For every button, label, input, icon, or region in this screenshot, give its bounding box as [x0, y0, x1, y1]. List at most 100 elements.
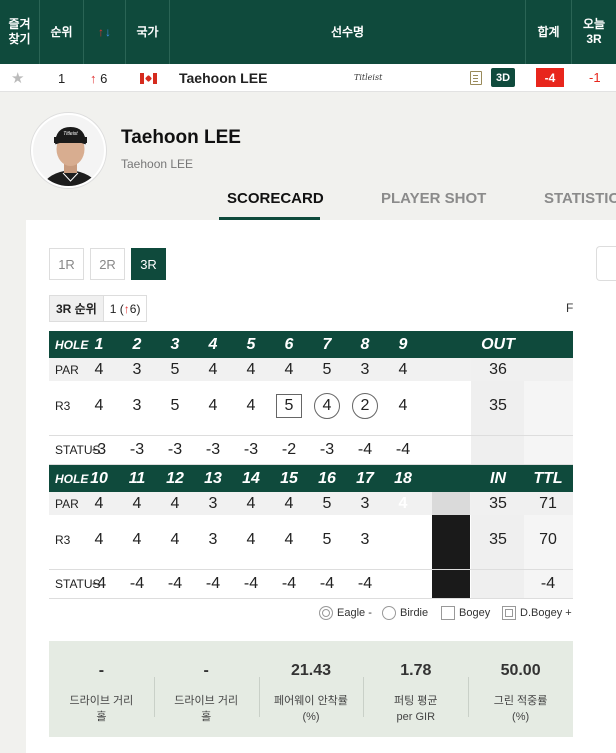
score-cell: 35	[489, 397, 507, 414]
truncated-label: F	[566, 301, 574, 315]
header-cell: TTL	[533, 469, 563, 487]
status-cell: -3	[205, 441, 221, 458]
par-cell: 3	[208, 494, 218, 512]
header-cell: 6	[284, 335, 294, 353]
legend-dbogey: D.Bogey +	[502, 606, 572, 620]
score-cell: 4	[170, 531, 180, 548]
header-cell: 8	[360, 335, 370, 353]
header-cell: 3	[170, 335, 180, 353]
header-cell: 10	[90, 469, 108, 487]
header-total[interactable]: 합계	[526, 0, 572, 64]
double-bogey-icon	[502, 606, 516, 620]
status-cell: -4	[319, 575, 335, 592]
tab-scorecard[interactable]: SCORECARD	[227, 190, 324, 207]
arrow-up-icon: ↑	[90, 71, 97, 86]
score-cell: 4	[208, 397, 218, 414]
header-cell: IN	[490, 469, 506, 487]
par-cell: 3	[360, 494, 370, 512]
bogey-mark: 5	[276, 394, 302, 418]
score-row-label: R3	[55, 399, 71, 413]
header-cell: 4	[208, 335, 218, 353]
status-cell: -4	[129, 575, 145, 592]
status-cell: -2	[281, 441, 297, 458]
legend-dbogey-label: D.Bogey +	[520, 607, 572, 619]
status-row: STATUS -4 -4 -4 -4 -4 -4 -4 -4 -4 -4	[49, 569, 573, 599]
par-cell: 5	[322, 360, 332, 378]
score-cell: 35	[489, 531, 507, 548]
header-cell: 5	[246, 335, 256, 353]
par-cell: 4	[398, 360, 408, 378]
status-cell: -4	[357, 441, 373, 458]
score-cell: 5	[322, 531, 332, 548]
round-3r-button[interactable]: 3R	[131, 248, 166, 280]
header-cell: 9	[398, 335, 408, 353]
status-cell: -3	[129, 441, 145, 458]
scorecard-doc-icon[interactable]	[470, 71, 482, 85]
score-cell: 4	[132, 531, 142, 548]
header-today-label: 오늘 3R	[582, 17, 606, 46]
score-cell: 2	[346, 381, 384, 431]
par-cell: 36	[489, 360, 507, 378]
status-row: STATUS -3 -3 -3 -3 -3 -2 -3 -4 -4	[49, 435, 573, 465]
player-name[interactable]: Taehoon LEE	[179, 70, 267, 86]
status-cell: -4	[91, 575, 107, 592]
avatar: Titleist	[31, 113, 106, 188]
status-cell: -4	[167, 575, 183, 592]
status-cell	[479, 436, 517, 464]
header-fav: 즐겨 찾기	[0, 0, 40, 64]
score-cell: 4	[246, 397, 256, 414]
round-2r-button[interactable]: 2R	[90, 248, 125, 280]
par-cell: 5	[322, 494, 332, 512]
player-row[interactable]: ★ 1 ↑ 6 Taehoon LEE Titleist 3D -4 -1	[0, 64, 616, 92]
score-cell: 4	[246, 531, 256, 548]
header-cell: OUT	[481, 335, 515, 353]
header-cell: 2	[132, 335, 142, 353]
leaderboard-header: 즐겨 찾기 순위 ↑ ↓ 국가 선수명 합계 오늘 3R	[0, 0, 616, 64]
par-cell: 71	[539, 494, 557, 512]
header-cell: 1	[94, 335, 104, 353]
stat-drive-distance: - 드라이브 거리 홀	[49, 641, 154, 737]
score-row: R3 4 3 5 4 4 5 4 2 4 35	[49, 381, 573, 431]
score-cell: 4	[284, 531, 294, 548]
score-cell: 4	[94, 531, 104, 548]
stat-value: 50.00	[500, 662, 541, 679]
par-cell: 4	[208, 360, 218, 378]
header-rank[interactable]: 순위	[40, 0, 84, 64]
player-rank: 1	[58, 71, 66, 86]
status-cell: -3	[319, 441, 335, 458]
header-country[interactable]: 국가	[126, 0, 170, 64]
header-cell: 13	[204, 469, 222, 487]
star-icon[interactable]: ★	[11, 69, 24, 87]
eagle-icon	[319, 606, 333, 620]
birdie-mark: 2	[352, 393, 378, 419]
round-1r-button[interactable]: 1R	[49, 248, 84, 280]
stat-drive-distance-2: - 드라이브 거리 홀	[153, 641, 259, 737]
right-select-box[interactable]	[596, 246, 616, 281]
par-row-label: PAR	[55, 496, 79, 511]
header-cell: 18	[394, 469, 412, 487]
round-rank-move: 6	[129, 301, 137, 316]
header-today[interactable]: 오늘 3R	[572, 0, 616, 64]
legend-birdie-label: Birdie	[400, 607, 429, 619]
status-cell	[479, 570, 517, 598]
score-cell: 4	[398, 531, 408, 548]
stat-value: 1.78	[400, 662, 432, 679]
round-rank-number: 1	[109, 301, 117, 316]
tab-player-shot[interactable]: PLAYER SHOT	[381, 190, 486, 207]
header-cell: 11	[128, 469, 146, 487]
view-3d-button[interactable]: 3D	[491, 68, 515, 87]
legend-bogey: Bogey	[441, 606, 490, 620]
header-move[interactable]: ↑ ↓	[84, 0, 126, 64]
par-cell: 4	[246, 360, 256, 378]
header-player[interactable]: 선수명	[170, 0, 526, 64]
header-cell: 15	[280, 469, 298, 487]
round-rank-value: 1 (↑ 6)	[109, 301, 141, 316]
stat-value: -	[203, 662, 209, 679]
legend-eagle: Eagle -	[319, 606, 372, 620]
status-cell: -3	[243, 441, 259, 458]
hole-header-row: HOLE 10 11 12 13 14 15 16 17 18 IN TTL	[49, 465, 573, 492]
tab-statistics[interactable]: STATISTICS	[544, 190, 616, 207]
score-cell: 4	[398, 397, 408, 414]
today-score: -1	[589, 70, 601, 85]
header-cell: 7	[322, 335, 332, 353]
